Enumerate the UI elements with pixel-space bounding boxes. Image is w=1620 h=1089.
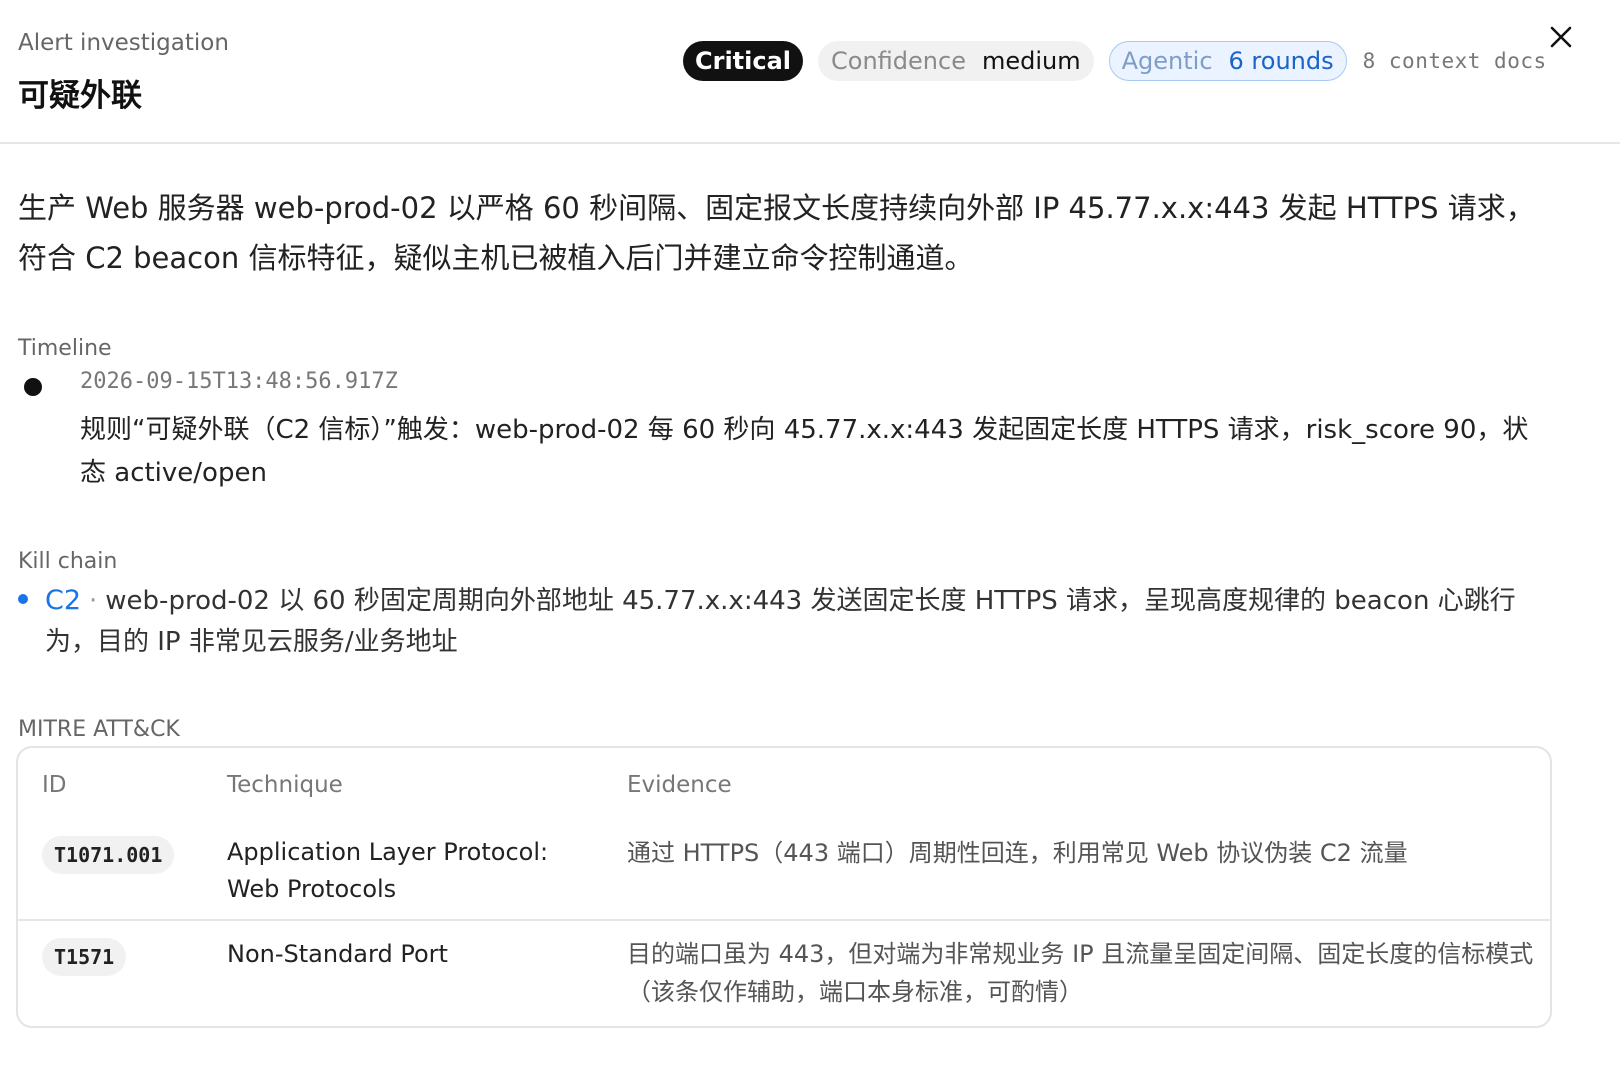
technique-evidence: 通过 HTTPS（443 端口）周期性回连，利用常见 Web 协议伪装 C2 流… xyxy=(627,839,1408,867)
technique-name: Application Layer Protocol: Web Protocol… xyxy=(227,838,549,903)
kill-chain-stage: C2 xyxy=(45,585,82,616)
close-icon xyxy=(1550,26,1572,48)
header-kicker: Alert investigation xyxy=(18,30,229,56)
close-button[interactable] xyxy=(1544,20,1578,54)
kill-chain-item: C2 · web-prod-02 以 60 秒固定周期向外部地址 45.77.x.x… xyxy=(45,580,1555,663)
confidence-label: Confidence xyxy=(831,47,966,75)
column-header-technique: Technique xyxy=(227,772,343,798)
technique-id-badge: T1571 xyxy=(42,938,127,976)
mitre-table: ID Technique Evidence T1071.001 Applicat… xyxy=(16,746,1552,1028)
agentic-value: 6 rounds xyxy=(1228,47,1334,75)
context-docs-count: 8 context docs xyxy=(1362,49,1547,73)
mitre-label: MITRE ATT&CK xyxy=(18,717,180,742)
confidence-badge: Confidence medium xyxy=(818,41,1094,81)
alert-summary: 生产 Web 服务器 web-prod-02 以严格 60 秒间隔、固定报文长度… xyxy=(18,191,1535,275)
timeline-event-text: 规则“可疑外联（C2 信标）”触发：web-prod-02 每 60 秒向 45… xyxy=(80,415,1529,488)
table-row: T1571 Non-Standard Port 目的端口虽为 443，但对端为非… xyxy=(18,921,1550,1026)
header-badges: Critical Confidence medium Agentic 6 rou… xyxy=(683,41,1547,81)
technique-id-badge: T1071.001 xyxy=(42,836,175,874)
agentic-badge: Agentic 6 rounds xyxy=(1108,41,1347,81)
confidence-value: medium xyxy=(981,47,1081,75)
technique-evidence: 目的端口虽为 443，但对端为非常规业务 IP 且流量呈固定间隔、固定长度的信标… xyxy=(627,940,1534,1006)
timeline-dot-icon xyxy=(24,378,42,396)
column-header-evidence: Evidence xyxy=(627,772,732,798)
bullet-dot-icon xyxy=(18,594,28,604)
kill-chain-label: Kill chain xyxy=(18,549,118,574)
timeline-label: Timeline xyxy=(18,336,112,361)
panel-header: Alert investigation 可疑外联 Critical Confid… xyxy=(0,0,1620,144)
table-row: T1071.001 Application Layer Protocol: We… xyxy=(18,818,1550,921)
severity-badge: Critical xyxy=(683,41,804,81)
agentic-label: Agentic xyxy=(1121,47,1213,75)
column-header-id: ID xyxy=(42,772,67,798)
kill-chain-text: web-prod-02 以 60 秒固定周期向外部地址 45.77.x.x:44… xyxy=(45,586,1516,657)
technique-name: Non-Standard Port xyxy=(227,940,448,968)
page-title: 可疑外联 xyxy=(18,78,142,114)
kill-chain-separator: · xyxy=(89,586,98,616)
timeline-event-time: 2026-09-15T13:48:56.917Z xyxy=(80,369,398,394)
